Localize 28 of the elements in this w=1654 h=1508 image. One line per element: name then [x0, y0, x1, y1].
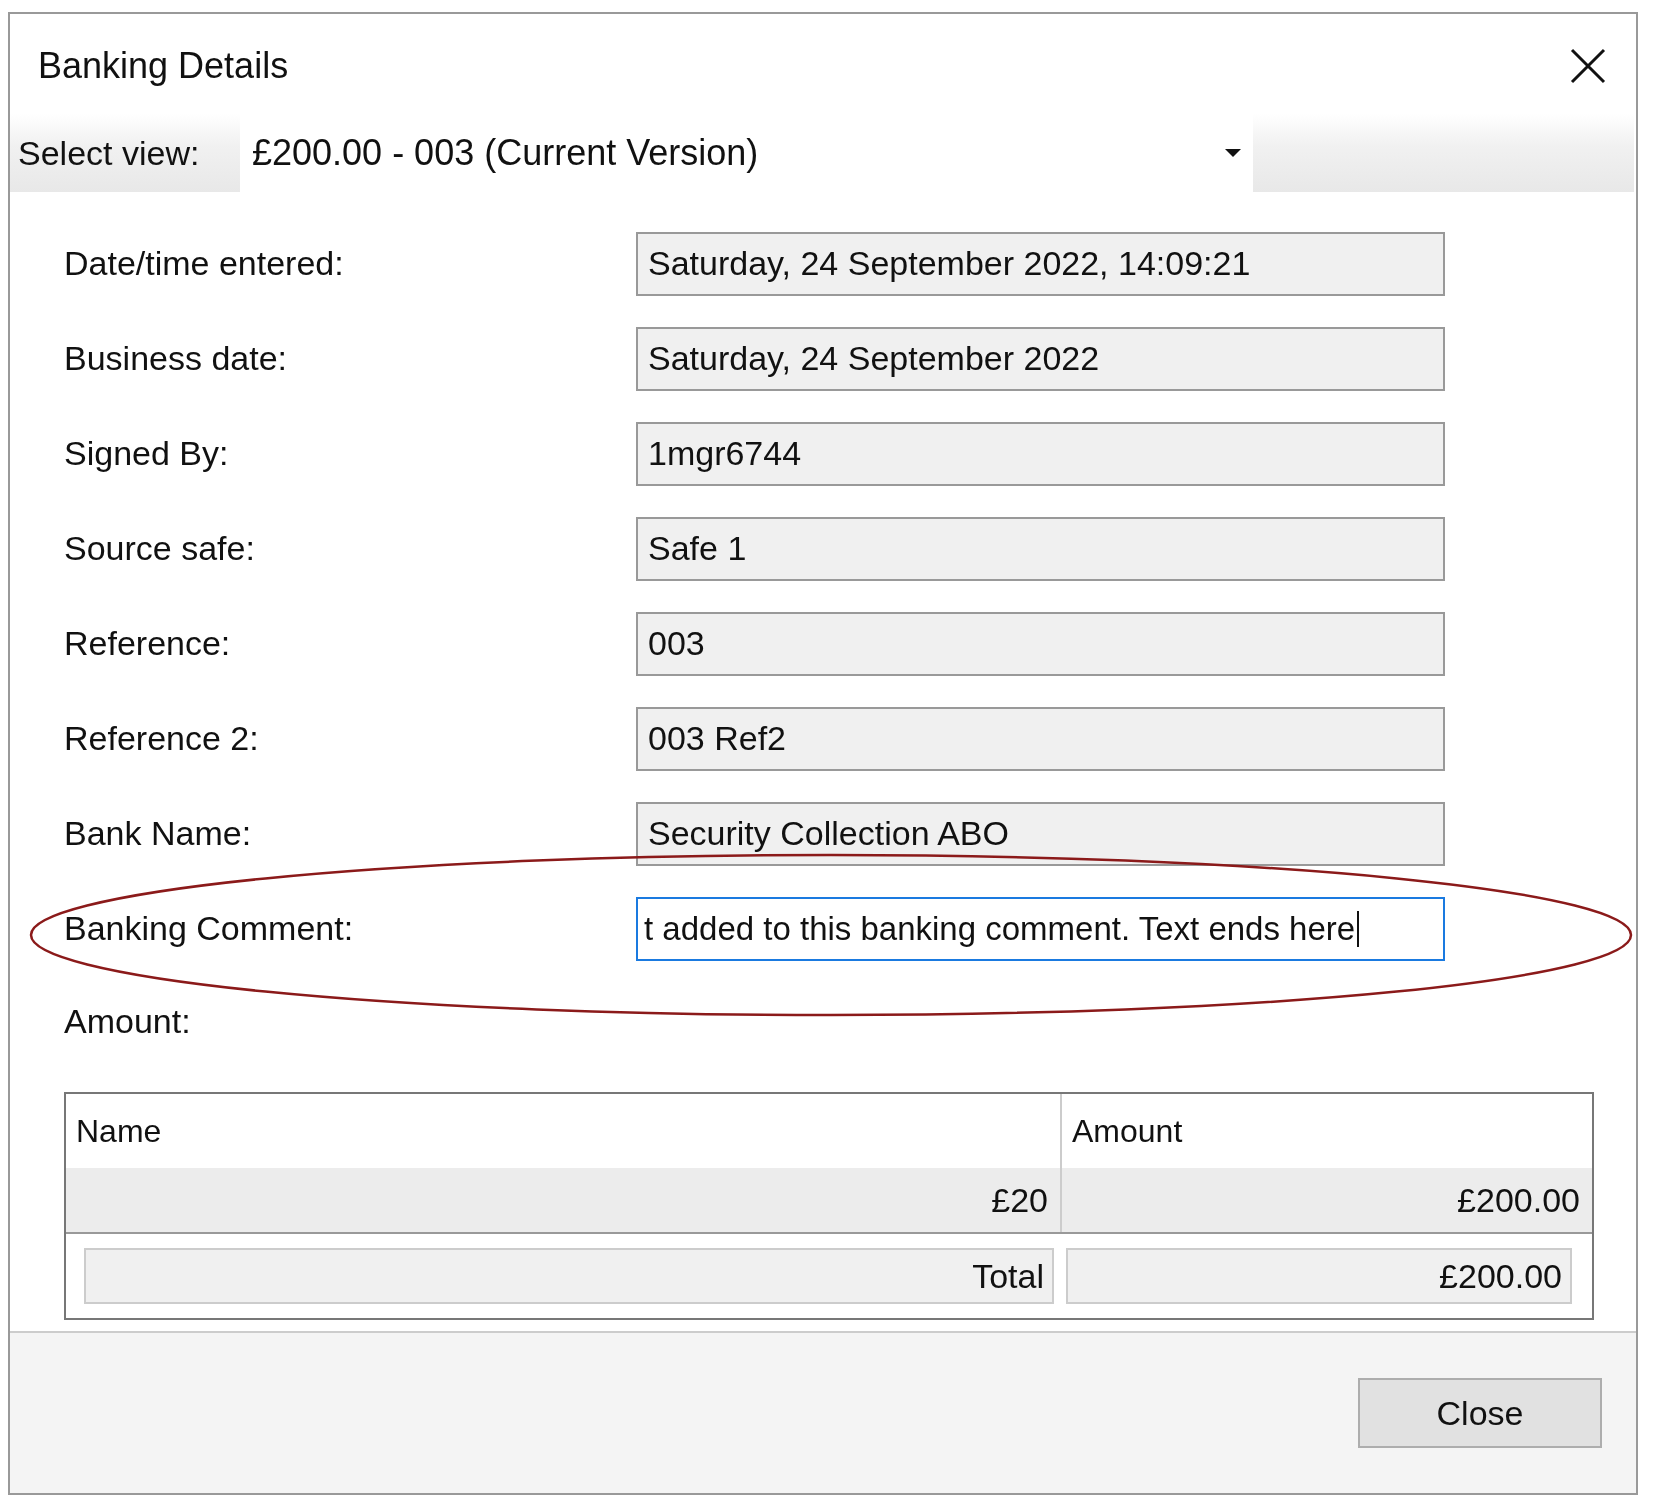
field-label: Date/time entered: — [64, 244, 345, 283]
window-title: Banking Details — [38, 45, 289, 87]
text-field[interactable]: Saturday, 24 September 2022 — [636, 326, 1445, 391]
text-field[interactable]: Security Collection ABO — [636, 801, 1445, 866]
total-cell: Total — [84, 1248, 1054, 1304]
caret-icon[interactable] — [1225, 149, 1241, 157]
select-view-label: Select view: — [17, 133, 201, 173]
table-cell: £20 — [66, 1168, 1062, 1232]
close-icon[interactable] — [1570, 48, 1606, 84]
field-label: Signed By: — [64, 434, 230, 473]
field-label: Bank Name: — [64, 814, 253, 853]
text-field[interactable]: t added to this banking comment. Text ends here — [636, 896, 1445, 961]
close-button[interactable]: Close — [1358, 1378, 1602, 1448]
field-label: Banking Comment: — [64, 909, 355, 948]
text-field[interactable]: Safe 1 — [636, 516, 1445, 581]
field-label: Reference 2: — [64, 719, 260, 758]
field-label: Source safe: — [64, 529, 256, 568]
text-field[interactable]: 003 — [636, 611, 1445, 676]
text-cursor — [1357, 910, 1360, 947]
column-header: Amount — [1071, 1111, 1184, 1151]
field-label: Reference: — [64, 624, 232, 663]
text-field[interactable]: Saturday, 24 September 2022, 14:09:21 — [636, 231, 1445, 296]
text-field[interactable]: 1mgr6744 — [636, 421, 1445, 486]
table-cell-text: £200.00 — [1456, 1179, 1581, 1221]
text-field[interactable]: 003 Ref2 — [636, 706, 1445, 771]
amount-label: Amount: — [64, 1000, 192, 1042]
total-cell: £200.00 — [1066, 1248, 1572, 1304]
field-label: Business date: — [64, 339, 289, 378]
